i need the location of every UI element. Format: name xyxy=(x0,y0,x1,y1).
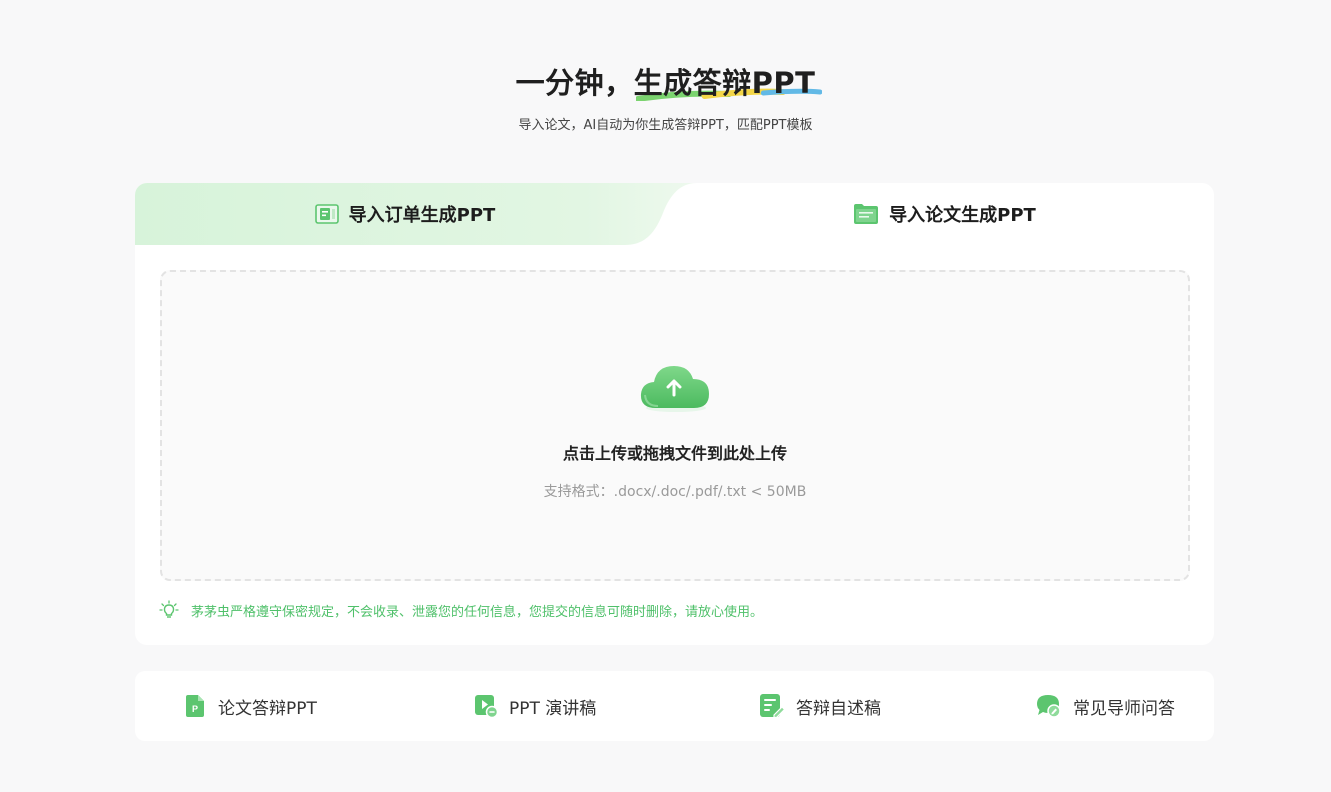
folder-icon xyxy=(853,203,879,225)
privacy-notice: 茅茅虫严格遵守保密规定，不会收录、泄露您的任何信息，您提交的信息可随时删除，请放… xyxy=(159,599,763,621)
file-dropzone[interactable]: 点击上传或拖拽文件到此处上传 支持格式：.docx/.doc/.pdf/.txt… xyxy=(160,270,1190,581)
tab-import-order-label: 导入订单生成PPT xyxy=(348,205,496,226)
svg-text:P: P xyxy=(192,704,198,714)
tab-import-paper[interactable]: 导入论文生成PPT xyxy=(675,183,1214,245)
upload-card: 导入订单生成PPT 导入论文生成PPT 点击上传或拖拽文件到此处上传 支持格式：… xyxy=(135,183,1214,645)
feature-advisor-qa[interactable]: 常见导师问答 xyxy=(1036,671,1175,741)
feature-thesis-ppt[interactable]: P 论文答辩PPT xyxy=(183,671,317,741)
page-title-prefix: 一分钟， xyxy=(515,66,634,100)
feature-defense-statement-label: 答辩自述稿 xyxy=(796,698,881,719)
page-title-highlight: 生成答辩PPT xyxy=(633,60,822,106)
ppt-file-icon: P xyxy=(183,694,207,718)
privacy-notice-text: 茅茅虫严格遵守保密规定，不会收录、泄露您的任何信息，您提交的信息可随时删除，请放… xyxy=(191,604,764,620)
feature-ppt-speech[interactable]: PPT 演讲稿 xyxy=(474,671,596,741)
cloud-upload-icon xyxy=(638,362,712,418)
page-subtitle: 导入论文，AI自动为你生成答辩PPT，匹配PPT模板 xyxy=(518,118,813,133)
page-title: 一分钟， 生成答辩PPT xyxy=(515,60,822,106)
notes-edit-icon xyxy=(759,693,785,719)
feature-advisor-qa-label: 常见导师问答 xyxy=(1073,698,1175,719)
upload-format-hint: 支持格式：.docx/.doc/.pdf/.txt < 50MB xyxy=(543,484,807,500)
order-doc-icon xyxy=(314,203,339,225)
feature-defense-statement[interactable]: 答辩自述稿 xyxy=(759,671,881,741)
upload-title: 点击上传或拖拽文件到此处上传 xyxy=(562,444,787,463)
feature-bar: P 论文答辩PPT PPT 演讲稿 答辩自述稿 常见导师问答 xyxy=(135,671,1214,741)
lightbulb-icon xyxy=(159,600,179,620)
feature-ppt-speech-label: PPT 演讲稿 xyxy=(509,698,597,719)
chat-bubble-icon xyxy=(1036,693,1062,719)
speech-play-icon xyxy=(474,694,498,718)
tab-import-paper-label: 导入论文生成PPT xyxy=(889,205,1036,226)
tab-import-order[interactable]: 导入订单生成PPT xyxy=(135,183,675,245)
hero: 一分钟， 生成答辩PPT 导入论文，AI自动为你生成答辩PPT，匹配PPT模板 xyxy=(0,60,1331,136)
tab-bar: 导入订单生成PPT 导入论文生成PPT xyxy=(135,183,1214,245)
page-title-highlight-text: 生成答辩PPT xyxy=(633,66,816,100)
feature-thesis-ppt-label: 论文答辩PPT xyxy=(218,698,317,719)
